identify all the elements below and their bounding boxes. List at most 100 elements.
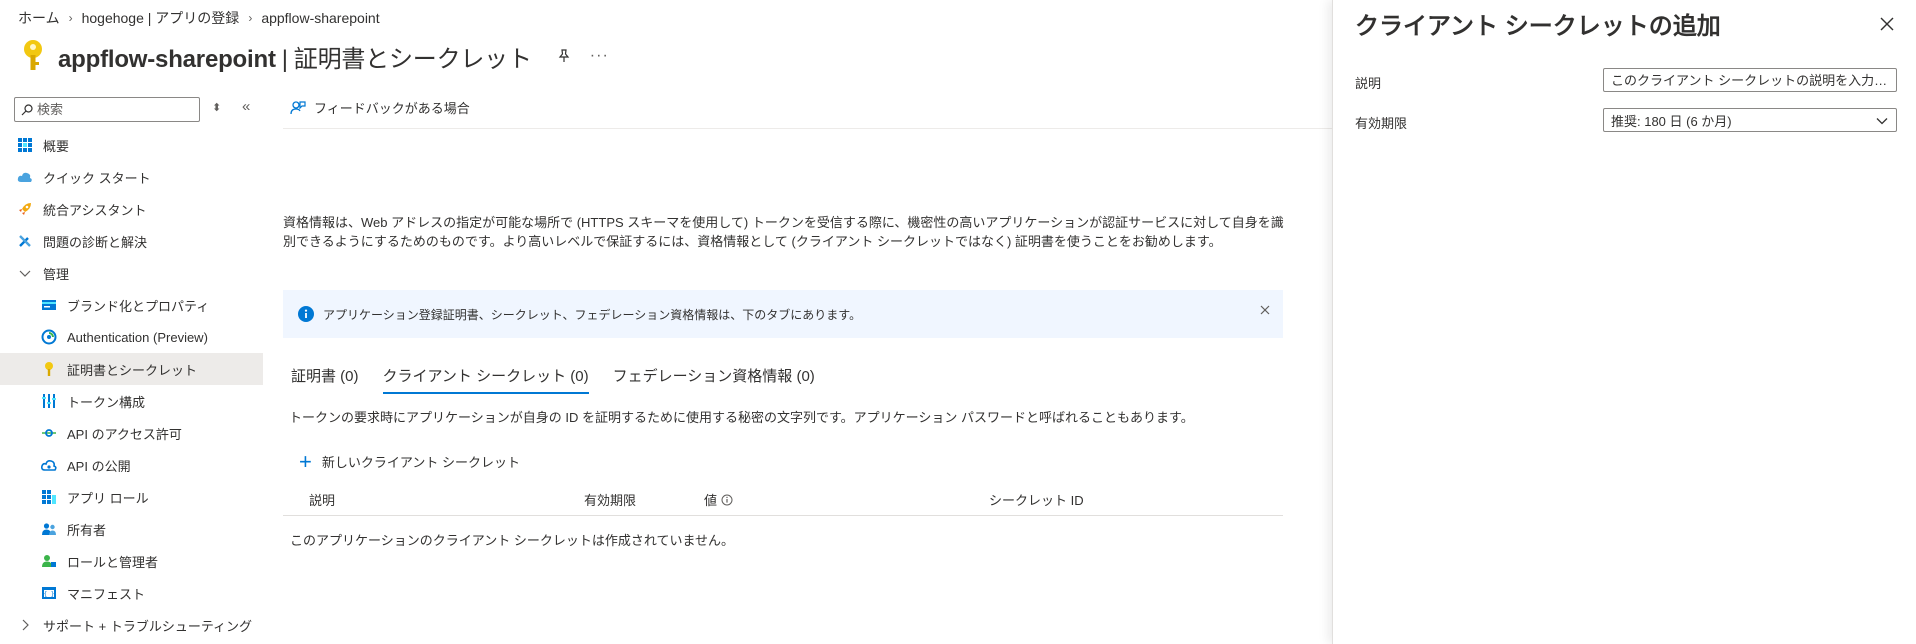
sidebar-nav: 概要 クイック スタート 統合アシスタント 問題の診断と解決 管理 ブランド化と… <box>0 129 263 641</box>
grid-icon <box>17 137 33 153</box>
sidebar-item-api-permissions[interactable]: API のアクセス許可 <box>0 417 263 449</box>
sidebar-item-token-config[interactable]: トークン構成 <box>0 385 263 417</box>
search-icon <box>21 103 33 115</box>
sidebar-item-label: 所有者 <box>67 522 107 538</box>
expiry-select[interactable]: 推奨: 180 日 (6 か月) <box>1603 108 1897 132</box>
sidebar-item-label: ブランド化とプロパティ <box>67 298 210 314</box>
description-field[interactable] <box>1603 68 1897 92</box>
description-label: 説明 <box>1355 76 1382 91</box>
expiry-label: 有効期限 <box>1355 116 1408 131</box>
sidebar-item-integration-assistant[interactable]: 統合アシスタント <box>0 193 263 225</box>
page-title-app: appflow-sharepoint <box>58 45 276 73</box>
wrench-icon <box>17 233 33 249</box>
column-header-secret-id: シークレット ID <box>989 493 1084 508</box>
page-title-separator: | <box>281 45 288 73</box>
breadcrumb-app-registration[interactable]: hogehoge | アプリの登録 <box>82 8 240 28</box>
column-header-value: 値 <box>704 490 733 509</box>
cloud-icon <box>17 169 33 185</box>
sidebar-search[interactable] <box>14 97 200 122</box>
breadcrumb-home[interactable]: ホーム <box>18 8 60 28</box>
column-header-expires: 有効期限 <box>584 493 637 508</box>
column-header-value-label: 値 <box>704 493 718 508</box>
feedback-button[interactable]: フィードバックがある場合 <box>290 98 470 117</box>
sidebar-item-app-roles[interactable]: アプリ ロール <box>0 481 263 513</box>
sidebar-item-authentication[interactable]: Authentication (Preview) <box>0 321 263 353</box>
sidebar-item-expose-api[interactable]: API の公開 <box>0 449 263 481</box>
feedback-icon <box>290 100 306 114</box>
page-title-section: 証明書とシークレット <box>293 45 532 73</box>
tab-certificates[interactable]: 証明書 (0) <box>291 365 359 392</box>
tab-federated-credentials[interactable]: フェデレーション資格情報 (0) <box>613 365 815 392</box>
sidebar-item-certificates-secrets[interactable]: 証明書とシークレット <box>0 353 263 385</box>
key-icon <box>41 361 57 377</box>
sidebar-item-label: マニフェスト <box>67 586 146 602</box>
key-icon <box>24 40 42 70</box>
sidebar-item-label: 概要 <box>43 138 70 154</box>
secrets-table-header: 説明 有効期限 値 シークレット ID <box>283 488 1283 516</box>
sidebar-item-branding[interactable]: ブランド化とプロパティ <box>0 289 263 321</box>
chevron-down-icon <box>1876 118 1888 125</box>
sidebar-item-label: 問題の診断と解決 <box>43 234 148 250</box>
chevron-down-icon <box>17 267 33 279</box>
new-client-secret-button[interactable]: + 新しいクライアント シークレット <box>299 450 520 472</box>
sidebar-item-overview[interactable]: 概要 <box>0 129 263 161</box>
sidebar-item-quickstart[interactable]: クイック スタート <box>0 161 263 193</box>
chevron-right-icon <box>17 619 33 631</box>
info-circle-icon[interactable] <box>721 494 733 506</box>
add-secret-panel: クライアント シークレットの追加 説明 有効期限 推奨: 180 日 (6 か月… <box>1332 0 1916 644</box>
collapse-sidebar-icon[interactable]: « <box>242 98 250 115</box>
description-input[interactable] <box>1611 72 1889 88</box>
sidebar-item-label: クイック スタート <box>43 170 151 186</box>
sidebar-item-label: API の公開 <box>67 458 131 474</box>
sidebar-item-label: 統合アシスタント <box>43 202 147 218</box>
sidebar-item-label: アプリ ロール <box>67 490 149 506</box>
info-icon <box>298 306 314 322</box>
sidebar-item-label: 証明書とシークレット <box>67 362 198 378</box>
sidebar-item-label: ロールと管理者 <box>67 554 159 570</box>
sort-updown-icon[interactable]: ⬍ <box>212 101 221 114</box>
breadcrumb-separator: › <box>248 11 253 25</box>
sidebar-group-manage[interactable]: 管理 <box>0 257 263 289</box>
new-client-secret-label: 新しいクライアント シークレット <box>321 455 520 470</box>
empty-secrets-message: このアプリケーションのクライアント シークレットは作成されていません。 <box>290 533 735 548</box>
close-icon[interactable] <box>1259 304 1271 316</box>
pin-icon[interactable] <box>556 48 572 64</box>
svg-text:{ }: { } <box>44 591 55 598</box>
sidebar-item-owners[interactable]: 所有者 <box>0 513 263 545</box>
sidebar-group-support[interactable]: サポート + トラブルシューティング <box>0 609 263 641</box>
sidebar-item-label: Authentication (Preview) <box>67 329 208 345</box>
cloud-expose-icon <box>41 457 57 473</box>
page-header: appflow-sharepoint | 証明書とシークレット ··· <box>20 36 609 76</box>
sidebar-item-label: 管理 <box>43 266 70 282</box>
column-header-description: 説明 <box>309 493 336 508</box>
auth-icon <box>41 329 57 345</box>
breadcrumb-current[interactable]: appflow-sharepoint <box>261 10 379 26</box>
expiry-selected-value: 推奨: 180 日 (6 か月) <box>1611 113 1732 129</box>
owners-icon <box>41 521 57 537</box>
rocket-icon <box>17 201 33 217</box>
admin-icon <box>41 553 57 569</box>
roles-icon <box>41 489 57 505</box>
info-message-text: アプリケーション登録証明書、シークレット、フェデレーション資格情報は、下のタブに… <box>323 307 862 322</box>
sidebar-search-input[interactable] <box>37 102 187 117</box>
api-icon <box>41 425 57 441</box>
manifest-icon: { } <box>41 585 57 601</box>
client-secrets-description: トークンの要求時にアプリケーションが自身の ID を証明するために使用する秘密の… <box>289 410 1194 425</box>
sidebar-item-label: API のアクセス許可 <box>67 426 182 442</box>
bars-icon <box>41 393 57 409</box>
tab-bar: 証明書 (0) クライアント シークレット (0) フェデレーション資格情報 (… <box>291 365 839 394</box>
sidebar-item-label: トークン構成 <box>67 394 146 410</box>
feedback-label: フィードバックがある場合 <box>314 101 470 116</box>
info-message-bar: アプリケーション登録証明書、シークレット、フェデレーション資格情報は、下のタブに… <box>283 290 1283 338</box>
more-options-icon[interactable]: ··· <box>590 47 609 65</box>
panel-title: クライアント シークレットの追加 <box>1355 13 1721 40</box>
credentials-description: 資格情報は、Web アドレスの指定が可能な場所で (HTTPS スキーマを使用し… <box>283 215 1284 249</box>
sidebar-item-manifest[interactable]: { } マニフェスト <box>0 577 263 609</box>
breadcrumb-separator: › <box>68 11 73 25</box>
sidebar-item-diagnose[interactable]: 問題の診断と解決 <box>0 225 263 257</box>
sidebar-item-label: サポート + トラブルシューティング <box>43 618 253 634</box>
close-icon[interactable] <box>1880 17 1894 31</box>
toolbar-divider <box>283 128 1333 129</box>
sidebar-item-roles-admins[interactable]: ロールと管理者 <box>0 545 263 577</box>
tab-client-secrets[interactable]: クライアント シークレット (0) <box>382 365 589 394</box>
